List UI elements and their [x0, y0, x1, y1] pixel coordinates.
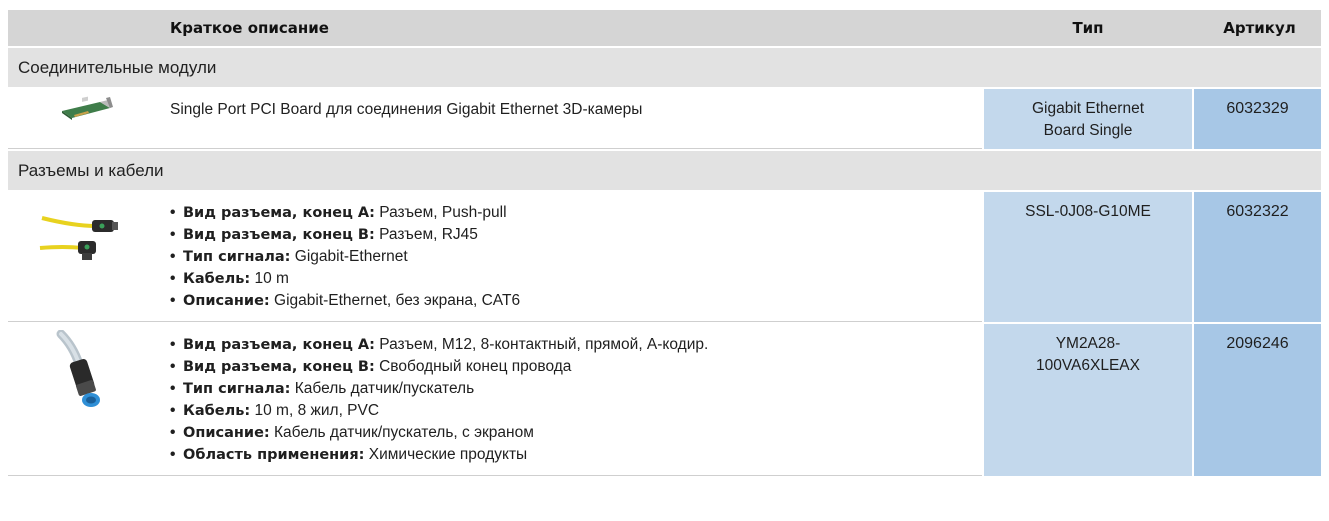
spec-value: Кабель датчик/пускатель, с экраном	[274, 424, 534, 441]
group-header-cables: Разъемы и кабели	[8, 149, 1321, 190]
spec-item: Кабель: 10 m	[170, 268, 982, 290]
header-description: Краткое описание	[170, 19, 329, 37]
row-article: 6032329	[1194, 89, 1321, 149]
spec-label: Вид разъема, конец B:	[183, 227, 375, 243]
row-article: 2096246	[1194, 324, 1321, 476]
spec-label: Описание:	[183, 425, 270, 441]
header-article: Артикул	[1223, 19, 1296, 37]
spec-item: Тип сигнала: Кабель датчик/пускатель	[170, 378, 982, 400]
spec-label: Кабель:	[183, 403, 251, 419]
spec-value: Gigabit-Ethernet, без экрана, CAT6	[274, 292, 521, 309]
group-header-modules: Соединительные модули	[8, 46, 1321, 87]
spec-label: Описание:	[183, 293, 270, 309]
spec-item: Кабель: 10 m, 8 жил, PVC	[170, 400, 982, 422]
spec-value: Разъем, Push-pull	[379, 204, 507, 221]
spec-label: Тип сигнала:	[183, 381, 291, 397]
spec-label: Вид разъема, конец B:	[183, 359, 375, 375]
spec-value: Разъем, M12, 8-контактный, прямой, A-код…	[379, 336, 709, 353]
table-row: Вид разъема, конец А: Разъем, Push-pull …	[8, 190, 1321, 322]
spec-item: Область применения: Химические продукты	[170, 444, 982, 466]
row-type: Gigabit Ethernet Board Single	[984, 89, 1192, 149]
row-article: 6032322	[1194, 192, 1321, 322]
table-row: Вид разъема, конец А: Разъем, M12, 8-кон…	[8, 322, 1321, 476]
spec-label: Область применения:	[183, 447, 365, 463]
spec-label: Вид разъема, конец А:	[183, 337, 375, 353]
type-line: 100VA6XLEAX	[1036, 357, 1140, 374]
spec-label: Вид разъема, конец А:	[183, 205, 375, 221]
type-line: Board Single	[1043, 122, 1133, 139]
spec-item: Вид разъема, конец B: Свободный конец пр…	[170, 356, 982, 378]
spec-item: Вид разъема, конец B: Разъем, RJ45	[170, 224, 982, 246]
spec-item: Вид разъема, конец А: Разъем, M12, 8-кон…	[170, 334, 982, 356]
type-line: SSL-0J08-G10ME	[1025, 203, 1151, 220]
row-description: Single Port PCI Board для соединения Gig…	[159, 89, 982, 149]
table-header: Краткое описание Тип Артикул	[8, 10, 1321, 46]
table-row: Single Port PCI Board для соединения Gig…	[8, 87, 1321, 149]
m12-connector-icon	[8, 324, 159, 476]
header-type: Тип	[1072, 19, 1104, 37]
spec-item: Описание: Кабель датчик/пускатель, с экр…	[170, 422, 982, 444]
row-type: SSL-0J08-G10ME	[984, 192, 1192, 322]
spec-value: Gigabit-Ethernet	[294, 248, 408, 265]
spec-label: Кабель:	[183, 271, 251, 287]
header-image-cell	[8, 10, 159, 46]
spec-value: Разъем, RJ45	[379, 226, 478, 243]
type-line: YM2A28-	[1055, 335, 1121, 352]
spec-value: Кабель датчик/пускатель	[294, 380, 475, 397]
spec-label: Тип сигнала:	[183, 249, 291, 265]
row-specs: Вид разъема, конец А: Разъем, M12, 8-кон…	[159, 324, 982, 476]
ethernet-cable-icon	[8, 192, 159, 322]
spec-item: Описание: Gigabit-Ethernet, без экрана, …	[170, 290, 982, 312]
accessories-table: Краткое описание Тип Артикул Соединитель…	[8, 10, 1321, 476]
spec-value: 10 m, 8 жил, PVC	[254, 402, 380, 419]
spec-value: Свободный конец провода	[379, 358, 572, 375]
spec-value: Химические продукты	[368, 446, 528, 463]
spec-value: 10 m	[254, 270, 289, 287]
spec-item: Вид разъема, конец А: Разъем, Push-pull	[170, 202, 982, 224]
pci-board-icon	[8, 89, 159, 149]
row-type: YM2A28- 100VA6XLEAX	[984, 324, 1192, 476]
spec-item: Тип сигнала: Gigabit-Ethernet	[170, 246, 982, 268]
row-specs: Вид разъема, конец А: Разъем, Push-pull …	[159, 192, 982, 322]
type-line: Gigabit Ethernet	[1031, 100, 1144, 117]
